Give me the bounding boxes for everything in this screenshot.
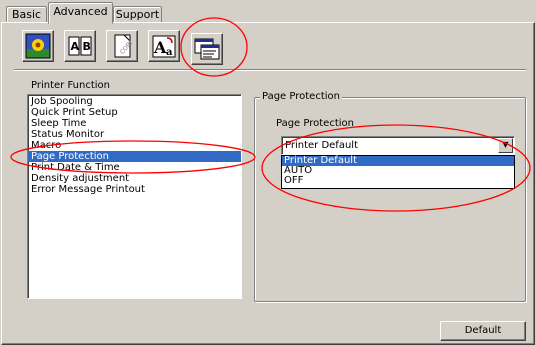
page-protection-select[interactable]: Printer Default ▼ (281, 136, 515, 155)
tab-basic[interactable]: Basic (6, 6, 47, 23)
default-button[interactable]: Default (440, 321, 526, 341)
print-quality-button[interactable] (22, 30, 54, 62)
font-settings-icon: A a (152, 35, 176, 58)
svg-text:B: B (83, 40, 91, 53)
dropdown-option-off[interactable]: OFF (282, 176, 514, 186)
watermark-icon: COPY (114, 34, 135, 58)
chevron-down-icon[interactable]: ▼ (498, 138, 513, 153)
font-settings-button[interactable]: A a (148, 30, 180, 62)
list-item[interactable]: Job Spooling (28, 96, 241, 107)
print-quality-icon (25, 33, 51, 59)
page-protection-group-title: Page Protection (260, 91, 342, 102)
toolbar-separator (14, 69, 526, 71)
svg-text:A: A (71, 40, 80, 53)
page-protection-field-label: Page Protection (276, 118, 354, 129)
list-item[interactable]: Density adjustment (28, 173, 241, 184)
list-item[interactable]: Macro (28, 140, 241, 151)
list-item[interactable]: Quick Print Setup (28, 107, 241, 118)
tab-advanced[interactable]: Advanced (48, 2, 113, 24)
page-protection-dropdown: Printer Default AUTO OFF (281, 155, 515, 189)
list-item[interactable]: Sleep Time (28, 118, 241, 129)
duplex-button[interactable]: A B (64, 30, 96, 62)
list-item-selected[interactable]: Page Protection (28, 151, 241, 162)
duplex-icon: A B (68, 36, 92, 56)
printer-function-label: Printer Function (31, 80, 110, 91)
page-protection-value: Printer Default (285, 140, 358, 151)
list-item[interactable]: Error Message Printout (28, 184, 241, 195)
list-item[interactable]: Status Monitor (28, 129, 241, 140)
svg-text:A: A (153, 38, 167, 57)
dropdown-option-printer-default[interactable]: Printer Default (282, 156, 514, 166)
dropdown-option-auto[interactable]: AUTO (282, 166, 514, 176)
watermark-button[interactable]: COPY (106, 30, 138, 62)
list-item[interactable]: Print Date & Time (28, 162, 241, 173)
device-options-icon (194, 38, 220, 60)
device-options-button[interactable] (191, 33, 223, 65)
svg-text:a: a (166, 47, 173, 58)
printer-function-list[interactable]: Job Spooling Quick Print Setup Sleep Tim… (27, 94, 242, 299)
tab-support[interactable]: Support (113, 6, 162, 23)
